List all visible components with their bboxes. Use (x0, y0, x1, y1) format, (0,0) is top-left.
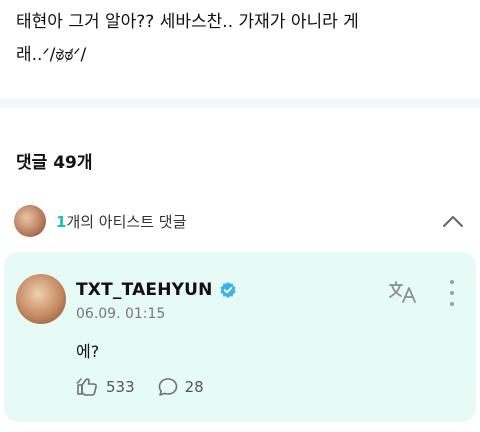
verified-badge-icon (219, 281, 236, 299)
artist-comments-toggle[interactable]: 1개의 아티스트 댓글 (14, 204, 466, 238)
avatar[interactable] (16, 274, 66, 324)
artist-comment-card: TXT_TAEHYUN 06.09. 01:15 에? 533 28 (4, 252, 476, 422)
comment-actions: 533 28 (76, 374, 204, 400)
comment-author-row: TXT_TAEHYUN (76, 280, 237, 300)
like-icon (76, 378, 97, 396)
post-body: 태현아 그거 알아?? 세바스찬.. 가재가 아니라 게 래..ᐟ/ಠ̷̀ಠ̷́… (16, 6, 466, 72)
reply-icon (158, 378, 177, 396)
reply-button[interactable]: 28 (157, 376, 204, 398)
artist-comments-count: 1 (56, 212, 67, 231)
artist-avatar (14, 205, 46, 237)
like-button[interactable]: 533 (76, 375, 135, 399)
comment-author-name[interactable]: TXT_TAEHYUN (76, 280, 213, 300)
comments-count-title: 댓글 49개 (16, 153, 93, 173)
translate-icon[interactable] (388, 280, 418, 304)
artist-comments-text: 개의 아티스트 댓글 (66, 212, 187, 231)
comment-text: 에? (76, 342, 100, 361)
artist-comments-label: 1개의 아티스트 댓글 (56, 211, 186, 232)
more-vertical-icon[interactable] (446, 280, 458, 306)
post-text-line: 래..ᐟ/ಠ̷̀ಠ̷́ᐟ/ (16, 45, 87, 65)
like-count: 533 (106, 378, 135, 396)
post-text-line: 태현아 그거 알아?? 세바스찬.. 가재가 아니라 게 (16, 12, 359, 32)
chevron-up-icon[interactable] (440, 208, 466, 234)
comment-timestamp: 06.09. 01:15 (76, 306, 166, 322)
section-divider (0, 98, 480, 108)
reply-count: 28 (184, 378, 204, 396)
